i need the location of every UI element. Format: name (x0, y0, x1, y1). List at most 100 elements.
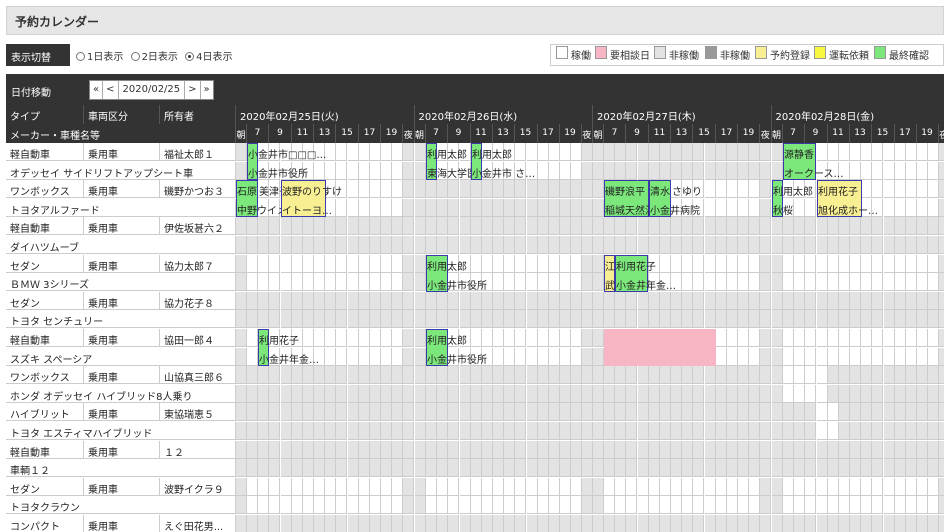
time-slot[interactable] (292, 366, 303, 384)
time-slot[interactable] (783, 292, 794, 310)
time-slot[interactable] (828, 496, 839, 514)
time-slot[interactable] (370, 403, 381, 421)
time-slot[interactable] (269, 441, 280, 459)
time-slot[interactable] (727, 385, 738, 403)
time-slot[interactable] (805, 441, 816, 459)
time-slot[interactable] (258, 422, 269, 440)
time-slot[interactable] (336, 515, 347, 532)
time-slot[interactable] (314, 329, 325, 347)
time-slot[interactable] (281, 403, 292, 421)
time-slot[interactable] (258, 515, 269, 532)
time-slot[interactable] (760, 348, 771, 366)
time-slot[interactable] (571, 385, 582, 403)
time-slot[interactable] (917, 162, 928, 180)
time-slot[interactable] (381, 496, 392, 514)
time-slot[interactable] (928, 143, 939, 161)
time-slot[interactable] (549, 366, 560, 384)
time-slot[interactable] (437, 515, 448, 532)
prev-day-button[interactable]: < (103, 81, 119, 99)
time-slot[interactable] (437, 366, 448, 384)
time-slot[interactable] (817, 385, 828, 403)
time-slot[interactable] (348, 385, 359, 403)
time-slot[interactable] (705, 478, 716, 496)
time-slot[interactable] (281, 422, 292, 440)
time-slot[interactable] (527, 180, 538, 198)
time-slot[interactable] (582, 143, 593, 161)
time-slot[interactable] (515, 478, 526, 496)
time-slot[interactable] (538, 217, 549, 235)
time-slot[interactable] (538, 292, 549, 310)
time-slot[interactable] (760, 143, 771, 161)
time-slot[interactable] (247, 292, 258, 310)
time-slot[interactable] (705, 366, 716, 384)
time-slot[interactable] (660, 385, 671, 403)
time-slot[interactable] (939, 422, 944, 440)
time-slot[interactable] (549, 143, 560, 161)
time-slot[interactable] (749, 180, 760, 198)
time-slot[interactable] (626, 366, 637, 384)
time-slot[interactable] (258, 273, 269, 291)
time-slot[interactable] (448, 236, 459, 254)
time-slot[interactable] (604, 422, 615, 440)
time-slot[interactable] (649, 496, 660, 514)
time-slot[interactable] (850, 366, 861, 384)
time-slot[interactable] (571, 180, 582, 198)
time-slot[interactable] (839, 515, 850, 532)
time-slot[interactable] (247, 310, 258, 328)
time-slot[interactable] (727, 459, 738, 477)
time-slot[interactable] (928, 236, 939, 254)
time-slot[interactable] (861, 515, 872, 532)
time-slot[interactable] (403, 403, 414, 421)
time-slot[interactable] (448, 515, 459, 532)
time-slot[interactable] (415, 292, 426, 310)
time-slot[interactable] (895, 292, 906, 310)
time-slot[interactable] (638, 403, 649, 421)
time-slot[interactable] (872, 478, 883, 496)
time-slot[interactable] (649, 217, 660, 235)
time-slot[interactable] (906, 366, 917, 384)
time-slot[interactable] (794, 422, 805, 440)
time-slot[interactable] (906, 310, 917, 328)
time-slot[interactable] (415, 422, 426, 440)
time-slot[interactable] (549, 422, 560, 440)
time-slot[interactable] (895, 478, 906, 496)
time-slot[interactable] (325, 366, 336, 384)
time-slot[interactable] (314, 162, 325, 180)
time-slot[interactable] (493, 441, 504, 459)
time-slot[interactable] (370, 496, 381, 514)
time-slot[interactable] (460, 236, 471, 254)
time-slot[interactable] (861, 292, 872, 310)
time-slot[interactable] (917, 366, 928, 384)
time-slot[interactable] (939, 310, 944, 328)
time-slot[interactable] (939, 515, 944, 532)
time-slot[interactable] (638, 292, 649, 310)
time-slot[interactable] (705, 515, 716, 532)
time-slot[interactable] (560, 515, 571, 532)
time-slot[interactable] (817, 403, 828, 421)
time-slot[interactable] (783, 366, 794, 384)
time-slot[interactable] (448, 292, 459, 310)
time-slot[interactable] (493, 422, 504, 440)
time-slot[interactable] (939, 236, 944, 254)
time-slot[interactable] (236, 385, 247, 403)
time-slot[interactable] (571, 459, 582, 477)
time-slot[interactable] (626, 385, 637, 403)
time-slot[interactable] (582, 459, 593, 477)
time-slot[interactable] (269, 459, 280, 477)
time-slot[interactable] (493, 459, 504, 477)
time-slot[interactable] (828, 422, 839, 440)
time-slot[interactable] (727, 162, 738, 180)
time-slot[interactable] (705, 385, 716, 403)
time-slot[interactable] (783, 515, 794, 532)
time-slot[interactable] (604, 441, 615, 459)
time-slot[interactable] (269, 217, 280, 235)
time-slot[interactable] (392, 292, 403, 310)
time-slot[interactable] (671, 255, 682, 273)
time-slot[interactable] (939, 273, 944, 291)
time-slot[interactable] (906, 515, 917, 532)
time-slot[interactable] (403, 292, 414, 310)
time-slot[interactable] (649, 422, 660, 440)
time-slot[interactable] (738, 162, 749, 180)
time-slot[interactable] (939, 478, 944, 496)
time-slot[interactable] (917, 441, 928, 459)
